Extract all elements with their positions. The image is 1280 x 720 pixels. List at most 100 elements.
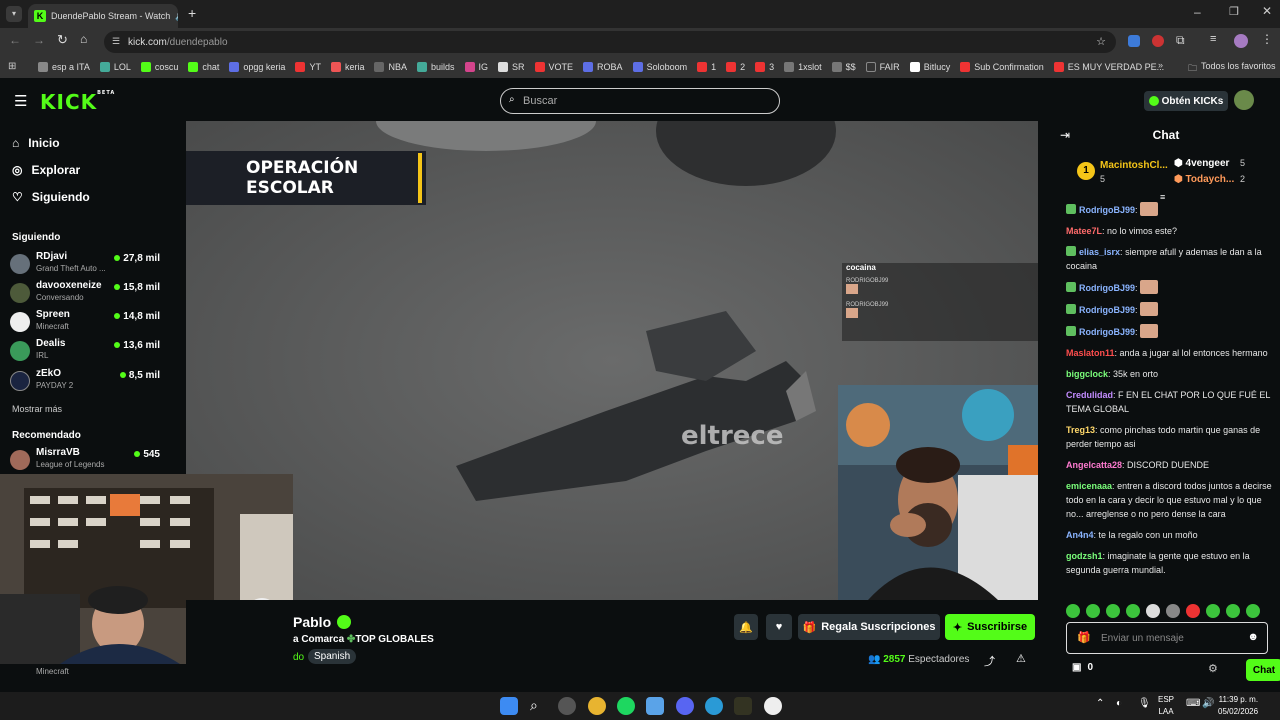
taskbar-search-icon[interactable]: ⌕: [530, 697, 548, 715]
extension-icon[interactable]: [1128, 35, 1140, 47]
user-avatar[interactable]: [1234, 90, 1254, 110]
browser-tab-active[interactable]: K DuendePablo Stream - Watch 🔊 ✕: [28, 4, 178, 28]
bookmark-item[interactable]: VOTE: [534, 62, 573, 72]
notepad-icon[interactable]: [646, 697, 664, 715]
streamer-name[interactable]: Pablo: [293, 614, 352, 630]
browser-menu-icon[interactable]: ⋮: [1261, 32, 1273, 46]
profile-avatar[interactable]: [1234, 34, 1248, 48]
tab-menu-button[interactable]: ▾: [6, 6, 22, 22]
emote-icon[interactable]: [1166, 604, 1180, 618]
bookmark-item[interactable]: LOL: [99, 62, 131, 72]
tray-overflow-icon[interactable]: ⌃: [1096, 698, 1104, 709]
kick-logo[interactable]: KICKBETA: [40, 90, 115, 114]
get-kicks-button[interactable]: Obtén KICKs: [1144, 91, 1228, 111]
nav-explore[interactable]: ◎ Explorar: [12, 163, 80, 177]
reading-list-icon[interactable]: ≡: [1210, 33, 1216, 45]
chat-settings-gear-icon[interactable]: ⚙: [1208, 662, 1218, 675]
video-player[interactable]: OPERACIÓN ESCOLAR eltrece cocaina RODRIG…: [186, 121, 1038, 600]
emote-icon[interactable]: [1246, 604, 1260, 618]
show-more-link[interactable]: Mostrar más: [12, 404, 62, 414]
window-close-button[interactable]: ✕: [1262, 4, 1272, 18]
system-clock[interactable]: 11:39 p. m. 05/02/2026: [1218, 694, 1258, 718]
window-restore-button[interactable]: ❐: [1229, 5, 1239, 18]
discord-icon[interactable]: [676, 697, 694, 715]
bookmark-item[interactable]: 3: [755, 62, 774, 72]
notification-bell-button[interactable]: 🔔: [734, 614, 758, 640]
emoji-picker-icon[interactable]: ☻: [1247, 631, 1259, 643]
bookmark-item[interactable]: keria: [330, 62, 364, 72]
bookmark-item[interactable]: chat: [188, 62, 219, 72]
bookmark-item[interactable]: $$: [831, 62, 856, 72]
bookmark-item[interactable]: ES MUY VERDAD PE...: [1053, 62, 1164, 72]
gift-subs-button[interactable]: 🎁 Regala Suscripciones: [798, 614, 940, 640]
subscribe-button[interactable]: ✦ Suscribirse: [945, 614, 1035, 640]
volume-icon[interactable]: 🔊: [1202, 698, 1214, 709]
bookmark-item[interactable]: Bitlucy: [909, 62, 950, 72]
share-icon[interactable]: ⤴: [984, 653, 995, 669]
microphone-icon[interactable]: 🎙: [1138, 698, 1151, 709]
emote-icon[interactable]: [1206, 604, 1220, 618]
bookmark-item[interactable]: 2: [726, 62, 745, 72]
reload-icon[interactable]: ↻: [57, 32, 68, 48]
forward-icon[interactable]: →: [33, 33, 45, 47]
kicks-balance[interactable]: ▣ 0: [1072, 662, 1093, 673]
bookmark-item[interactable]: Sub Confirmation: [960, 62, 1044, 72]
bookmark-item[interactable]: 1xslot: [784, 62, 822, 72]
emote-icon[interactable]: [1226, 604, 1240, 618]
extensions-puzzle-icon[interactable]: ⧉: [1176, 33, 1185, 48]
emote-icon[interactable]: [1106, 604, 1120, 618]
language-tag[interactable]: Spanish: [308, 649, 357, 664]
bookmark-item[interactable]: builds: [416, 62, 455, 72]
back-icon[interactable]: ←: [9, 33, 21, 47]
nav-following[interactable]: ♡ Siguiendo: [12, 190, 90, 204]
chat-message-input[interactable]: 🎁 Enviar un mensaje ☻: [1066, 622, 1268, 654]
follow-heart-button[interactable]: ♥: [766, 614, 792, 640]
chrome-icon[interactable]: [588, 697, 606, 715]
sidebar-channel[interactable]: zEkO PAYDAY 2 8,5 mil: [10, 367, 160, 395]
network-icon[interactable]: ⌨: [1186, 698, 1200, 709]
emote-icon[interactable]: [1086, 604, 1100, 618]
emote-icon[interactable]: [1146, 604, 1160, 618]
search-input[interactable]: ⌕ Buscar: [500, 88, 780, 114]
site-info-icon[interactable]: ☰: [112, 36, 120, 47]
sidebar-channel[interactable]: MisrraVB League of Legends 545: [10, 446, 160, 474]
bookmark-item[interactable]: coscu: [140, 62, 178, 72]
bookmark-item[interactable]: FAIR: [865, 62, 900, 72]
pinned-toggle-icon[interactable]: ≡: [1160, 192, 1165, 202]
report-warning-icon[interactable]: ⚠: [1016, 652, 1026, 665]
sidebar-channel[interactable]: RDjavi Grand Theft Auto ... 27,8 mil: [10, 250, 160, 278]
bookmark-item[interactable]: NBA: [374, 62, 407, 72]
stream-category[interactable]: do: [293, 652, 304, 663]
taskbar-app-icon[interactable]: [764, 697, 782, 715]
hamburger-menu-icon[interactable]: ☰: [14, 92, 27, 110]
bookmark-item[interactable]: Soloboom: [632, 62, 687, 72]
windows-start-icon[interactable]: [500, 697, 518, 715]
bookmark-item[interactable]: YT: [295, 62, 321, 72]
sidebar-channel[interactable]: Spreen Minecraft 14,8 mil: [10, 308, 160, 336]
send-chat-button[interactable]: Chat: [1246, 659, 1280, 681]
tray-app-icon[interactable]: ◐: [1116, 698, 1122, 709]
window-minimize-button[interactable]: –: [1194, 5, 1201, 19]
edge-icon[interactable]: [705, 697, 723, 715]
bookmark-star-icon[interactable]: ☆: [1096, 35, 1106, 48]
nav-home[interactable]: ⌂ Inicio: [12, 136, 60, 150]
bookmark-item[interactable]: SR: [498, 62, 525, 72]
new-tab-button[interactable]: +: [188, 5, 196, 21]
emote-icon[interactable]: [1126, 604, 1140, 618]
bookmark-item[interactable]: IG: [464, 62, 488, 72]
home-button-icon[interactable]: ⌂: [80, 32, 87, 46]
all-favorites-folder[interactable]: 🗀 Todos los favoritos: [1188, 61, 1276, 77]
spotify-icon[interactable]: [617, 697, 635, 715]
taskbar-app-icon[interactable]: [558, 697, 576, 715]
emote-icon[interactable]: [1066, 604, 1080, 618]
apps-grid-icon[interactable]: ⊞: [8, 61, 16, 72]
bookmark-item[interactable]: ROBA: [583, 62, 623, 72]
extension-icon[interactable]: [1152, 35, 1164, 47]
input-language[interactable]: ESP LAA: [1158, 694, 1174, 718]
bookmarks-overflow-icon[interactable]: »: [1158, 60, 1163, 70]
bookmark-item[interactable]: 1: [697, 62, 716, 72]
bookmark-item[interactable]: opgg keria: [229, 62, 285, 72]
emote-icon[interactable]: [1186, 604, 1200, 618]
bookmark-item[interactable]: esp a ITA: [38, 62, 90, 72]
sidebar-channel[interactable]: Dealis IRL 13,6 mil: [10, 337, 160, 365]
